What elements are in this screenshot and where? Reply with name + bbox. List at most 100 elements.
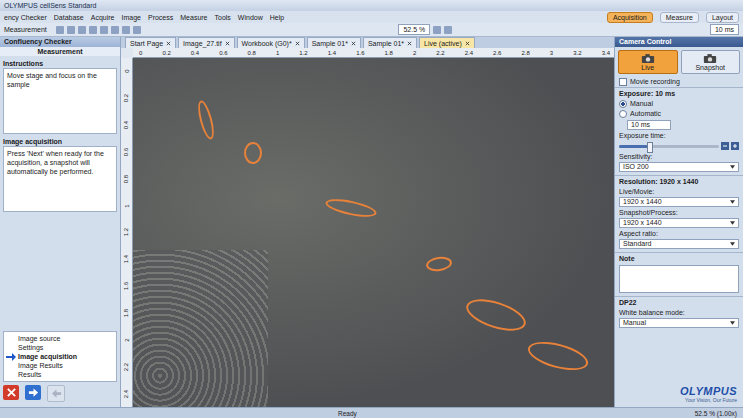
step-item[interactable]: Image source (6, 334, 114, 343)
tool-icon[interactable] (444, 26, 452, 34)
step-item[interactable]: Image acquisition (6, 352, 114, 361)
tab-label: Image_27.tif (183, 40, 222, 47)
ruler-label: 1.2 (299, 50, 307, 56)
exposure-field[interactable]: 10 ms (710, 24, 739, 35)
zoom-field[interactable]: 52.5 % (398, 24, 430, 35)
ruler-label: 1 (276, 50, 279, 56)
back-button[interactable] (47, 385, 65, 402)
snapshot-resolution-dropdown[interactable]: 1920 x 1440 (619, 218, 739, 228)
radio[interactable] (619, 100, 627, 108)
tool-icon[interactable] (56, 26, 64, 34)
ruler-label: 1.8 (385, 50, 393, 56)
menu-item[interactable]: ency Checker (4, 14, 47, 21)
ruler-label: 2.6 (493, 50, 501, 56)
ruler-label: 1.8 (121, 306, 132, 320)
menu-item[interactable]: Acquire (91, 14, 115, 21)
detected-region (462, 293, 529, 337)
resolution-group: Resolution: 1920 x 1440Live/Movie:1920 x… (615, 175, 743, 252)
document-tab[interactable]: Workbook (G0)* (237, 37, 305, 48)
layout-tab[interactable]: Measure (660, 12, 699, 23)
menu-item[interactable]: Help (270, 14, 284, 21)
white-balance-dropdown[interactable]: Manual (619, 318, 739, 328)
live-resolution-dropdown[interactable]: 1920 x 1440 (619, 197, 739, 207)
exposure-mode-option[interactable]: Manual (615, 99, 743, 109)
wizard-buttons (0, 382, 120, 405)
step-label: Image Results (18, 361, 63, 370)
exposure-value-field[interactable]: 10 ms (627, 120, 671, 130)
step-item[interactable]: Settings (6, 343, 114, 352)
close-icon[interactable] (465, 41, 470, 46)
mode-label: Snapshot (695, 64, 725, 71)
tab-label: Sample 01* (368, 40, 404, 47)
tool-icon[interactable] (67, 26, 75, 34)
chevron-icon (730, 321, 735, 325)
ruler-label: 2.2 (121, 360, 132, 374)
note-textarea[interactable] (619, 265, 739, 293)
movie-recording[interactable]: Movie recording (615, 77, 743, 87)
sensitivity-dropdown[interactable]: ISO 200 (619, 162, 739, 172)
next-button[interactable] (25, 385, 41, 400)
document-tab[interactable]: Sample 01* (363, 37, 417, 48)
layout-tab[interactable]: Acquisition (607, 12, 653, 23)
tool-icon[interactable] (133, 26, 141, 34)
live-image[interactable] (133, 58, 614, 407)
tab-label: Workbook (G0)* (242, 40, 292, 47)
horizontal-ruler: 00.20.40.60.811.21.41.61.822.22.42.62.83… (133, 48, 614, 58)
chevron-icon (730, 242, 735, 246)
ruler-label: 0.6 (219, 50, 227, 56)
document-tab[interactable]: Sample 01* (307, 37, 361, 48)
panel-header: Camera Control (615, 37, 743, 47)
tool-icon[interactable] (122, 26, 130, 34)
radio[interactable] (619, 110, 627, 118)
tool-icon[interactable] (433, 26, 441, 34)
group-heading: DP22 (615, 298, 743, 308)
exposure-group: Exposure: 10 msManualAutomatic10 msExpos… (615, 87, 743, 175)
ruler-label: 1.6 (356, 50, 364, 56)
menu-item[interactable]: Database (54, 14, 84, 21)
chevron-icon (730, 165, 735, 169)
confluency-panel: Confluency CheckerMeasurementInstruction… (0, 37, 121, 407)
ruler-label: 2.4 (121, 387, 132, 401)
menu-item[interactable]: Measure (180, 14, 207, 21)
close-icon[interactable] (225, 41, 230, 46)
step-list: Image sourceSettingsImage acquisitionIma… (3, 331, 117, 382)
tool-icon[interactable] (100, 26, 108, 34)
step-item[interactable]: Results (6, 370, 114, 379)
menu-item[interactable]: Tools (215, 14, 231, 21)
step-label: Image acquisition (18, 352, 77, 361)
tool-icon[interactable] (89, 26, 97, 34)
document-tab[interactable]: Live (active) (419, 37, 475, 48)
group-heading: Exposure: 10 ms (615, 89, 743, 99)
exposure-mode-option[interactable]: Automatic (615, 109, 743, 119)
ruler-label: 2.4 (465, 50, 473, 56)
menu-item[interactable]: Process (148, 14, 173, 21)
plus-icon[interactable] (731, 142, 739, 150)
layout-tab[interactable]: Layout (706, 12, 739, 23)
close-icon[interactable] (351, 41, 356, 46)
aspect-ratio-dropdown[interactable]: Standard (619, 239, 739, 249)
tool-icon[interactable] (111, 26, 119, 34)
minus-icon[interactable] (721, 142, 729, 150)
section-heading: Image acquisition (3, 137, 117, 146)
mode-button[interactable]: Live (618, 50, 678, 74)
ruler-label: 2.8 (521, 50, 529, 56)
instruction-section: Image acquisitionPress 'Next' when ready… (3, 137, 117, 212)
close-icon[interactable] (407, 41, 412, 46)
section-text: Move stage and focus on the sample (3, 68, 117, 134)
tool-icon[interactable] (78, 26, 86, 34)
step-item[interactable]: Image Results (6, 361, 114, 370)
ruler-label: 2 (121, 333, 132, 347)
checkbox[interactable] (619, 78, 627, 86)
document-tab[interactable]: Image_27.tif (178, 37, 235, 48)
cancel-button[interactable] (3, 385, 19, 400)
mode-button[interactable]: Snapshot (681, 50, 741, 74)
exposure-slider[interactable] (619, 145, 719, 148)
menu-item[interactable]: Window (238, 14, 263, 21)
document-tab[interactable]: Start Page (125, 37, 176, 48)
menu-item[interactable]: Image (122, 14, 141, 21)
group-heading: Resolution: 1920 x 1440 (615, 177, 743, 187)
ruler-label: 0.8 (248, 50, 256, 56)
close-icon[interactable] (166, 41, 171, 46)
close-icon[interactable] (295, 41, 300, 46)
instruction-section: InstructionsMove stage and focus on the … (3, 59, 117, 134)
